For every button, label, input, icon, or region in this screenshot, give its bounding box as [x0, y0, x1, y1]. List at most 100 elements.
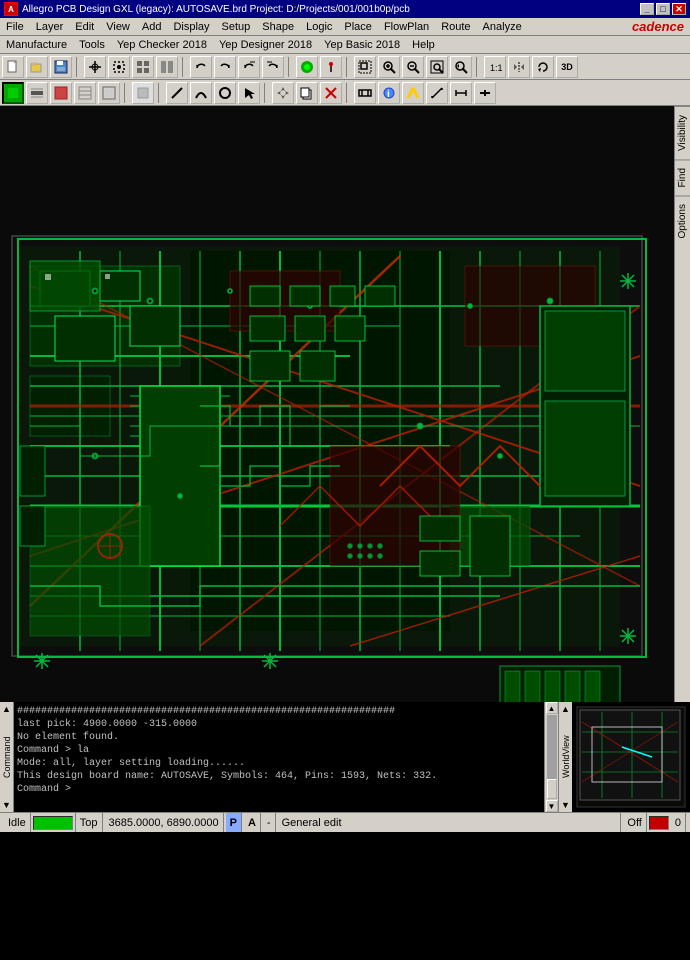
snap-button[interactable]: [108, 56, 130, 78]
highlight-button[interactable]: [296, 56, 318, 78]
layer-btn4[interactable]: [74, 82, 96, 104]
minimize-button[interactable]: _: [640, 3, 654, 15]
svg-text:1:1: 1:1: [490, 63, 502, 73]
scrollbar-up-button[interactable]: ▲: [546, 702, 558, 714]
worldview-canvas[interactable]: [572, 702, 690, 812]
zoom-ratio-button[interactable]: 1:1: [484, 56, 506, 78]
menu-manufacture[interactable]: Manufacture: [0, 36, 73, 53]
menu-layer[interactable]: Layer: [30, 18, 70, 35]
console-up-arrow[interactable]: ▲: [0, 702, 13, 716]
tb-btn-4[interactable]: [156, 56, 178, 78]
menu-logic[interactable]: Logic: [300, 18, 338, 35]
zoom-in-button[interactable]: [378, 56, 400, 78]
redo-button[interactable]: [214, 56, 236, 78]
menu-add[interactable]: Add: [136, 18, 168, 35]
zoom-prev-button[interactable]: [450, 56, 472, 78]
delete-button[interactable]: [320, 82, 342, 104]
cadence-logo: cadence: [632, 19, 690, 34]
menu-edit[interactable]: Edit: [69, 18, 100, 35]
layer-inner-button[interactable]: [26, 82, 48, 104]
num-status: 0: [671, 813, 686, 832]
save-button[interactable]: [50, 56, 72, 78]
draw-circle-button[interactable]: [214, 82, 236, 104]
menu-yep-checker[interactable]: Yep Checker 2018: [111, 36, 213, 53]
draw-arc-button[interactable]: [190, 82, 212, 104]
undo-button[interactable]: [190, 56, 212, 78]
console-side-panel: ▲ Command ▼: [0, 702, 14, 812]
menu-file[interactable]: File: [0, 18, 30, 35]
console-area: ▲ Command ▼ ############################…: [0, 702, 558, 812]
toolbar2-sep1: [124, 83, 128, 103]
tb-btn-3[interactable]: [132, 56, 154, 78]
a-indicator[interactable]: A: [244, 813, 261, 832]
select-button[interactable]: [238, 82, 260, 104]
tb2-end2[interactable]: [474, 82, 496, 104]
rotate-button[interactable]: [532, 56, 554, 78]
console-line-2: No element found.: [17, 731, 541, 744]
scrollbar-down-button[interactable]: ▼: [546, 800, 558, 812]
zoom-out-button[interactable]: [402, 56, 424, 78]
menu-analyze[interactable]: Analyze: [477, 18, 528, 35]
menu-display[interactable]: Display: [167, 18, 215, 35]
layer-bottom-button[interactable]: [50, 82, 72, 104]
options-tab[interactable]: Options: [675, 195, 690, 246]
title-bar-controls: _ □ ✕: [640, 3, 686, 15]
visibility-tab[interactable]: Visibility: [675, 106, 690, 159]
menu-setup[interactable]: Setup: [216, 18, 257, 35]
menu-help[interactable]: Help: [406, 36, 441, 53]
highlight2-button[interactable]: [402, 82, 424, 104]
menu-shape[interactable]: Shape: [256, 18, 300, 35]
menu-flowplan[interactable]: FlowPlan: [378, 18, 435, 35]
wv-down-arrow[interactable]: ▼: [559, 798, 572, 812]
p-indicator[interactable]: P: [226, 813, 242, 832]
close-button[interactable]: ✕: [672, 3, 686, 15]
menu-view[interactable]: View: [100, 18, 136, 35]
layer-status: Top: [75, 813, 103, 832]
menu-route[interactable]: Route: [435, 18, 476, 35]
wv-up-arrow[interactable]: ▲: [559, 702, 572, 716]
console-down-arrow[interactable]: ▼: [0, 798, 13, 812]
pin-button[interactable]: [320, 56, 342, 78]
stretch-button[interactable]: [354, 82, 376, 104]
properties-button[interactable]: i: [378, 82, 400, 104]
tb-btn-6[interactable]: [262, 56, 284, 78]
scrollbar-thumb[interactable]: [547, 779, 557, 799]
title-bar-left: A Allegro PCB Design GXL (legacy): AUTOS…: [4, 2, 410, 16]
off-status: Off: [623, 813, 646, 832]
find-tab[interactable]: Find: [675, 159, 690, 195]
status-green-indicator: [33, 816, 73, 830]
command-label: Command: [2, 716, 12, 798]
measure-button[interactable]: [426, 82, 448, 104]
console-output[interactable]: ########################################…: [14, 702, 544, 812]
void-btn[interactable]: [132, 82, 154, 104]
draw-line-button[interactable]: [166, 82, 188, 104]
move-button[interactable]: [272, 82, 294, 104]
edit-mode-status: General edit: [278, 813, 622, 832]
zoom-fit-button[interactable]: [426, 56, 448, 78]
maximize-button[interactable]: □: [656, 3, 670, 15]
3d-button[interactable]: 3D: [556, 56, 578, 78]
toolbar2-sep3: [264, 83, 268, 103]
copy-button[interactable]: [296, 82, 318, 104]
open-button[interactable]: [26, 56, 48, 78]
menu-yep-basic[interactable]: Yep Basic 2018: [318, 36, 406, 53]
menu-yep-designer[interactable]: Yep Designer 2018: [213, 36, 318, 53]
zoom-area-button[interactable]: [354, 56, 376, 78]
menu-tools[interactable]: Tools: [73, 36, 111, 53]
status-dash: -: [263, 813, 276, 832]
console-line-0: ########################################…: [17, 705, 541, 718]
menu-bar2: Manufacture Tools Yep Checker 2018 Yep D…: [0, 36, 690, 54]
right-panel: Visibility Find Options: [674, 106, 690, 702]
worldview-label: WorldView: [561, 716, 571, 798]
menu-place[interactable]: Place: [338, 18, 378, 35]
title-bar-text: Allegro PCB Design GXL (legacy): AUTOSAV…: [22, 4, 410, 15]
mirror-button[interactable]: [508, 56, 530, 78]
new-button[interactable]: [2, 56, 24, 78]
crosshair-button[interactable]: [84, 56, 106, 78]
pcb-canvas[interactable]: [0, 106, 674, 702]
layer-btn5[interactable]: [98, 82, 120, 104]
tb-btn-5[interactable]: [238, 56, 260, 78]
tb2-end1[interactable]: [450, 82, 472, 104]
layer-top-button[interactable]: [2, 82, 24, 104]
scrollbar-track[interactable]: [547, 715, 557, 799]
